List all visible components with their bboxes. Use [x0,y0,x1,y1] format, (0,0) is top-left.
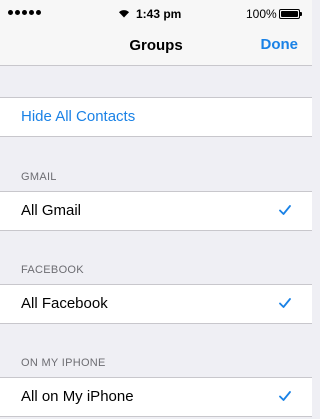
hide-all-contacts-button[interactable]: Hide All Contacts [0,97,312,137]
checkmark-icon [279,298,291,308]
group-row-all-gmail[interactable]: All Gmail [0,191,312,231]
battery-fill [281,11,298,17]
section-header-gmail: GMAIL [21,171,57,183]
section-header-on-my-iphone: ON MY IPHONE [21,357,106,369]
navigation-bar: Groups Done [0,26,312,66]
group-label: All Facebook [21,295,108,312]
wifi-icon [119,10,129,18]
done-button[interactable]: Done [261,36,299,53]
group-row-all-on-my-iphone[interactable]: All on My iPhone [0,377,312,417]
status-time: 1:43 pm [136,7,182,21]
signal-strength-icon [8,10,41,15]
battery-percentage: 100% [246,7,277,21]
section-header-facebook: FACEBOOK [21,264,84,276]
checkmark-icon [279,391,291,401]
group-row-all-facebook[interactable]: All Facebook [0,284,312,324]
hide-all-contacts-label: Hide All Contacts [21,108,136,125]
group-label: All Gmail [21,202,82,219]
battery-icon [279,9,302,19]
group-label: All on My iPhone [21,388,134,405]
status-bar: 1:43 pm 100% [0,0,312,26]
checkmark-icon [279,205,291,215]
